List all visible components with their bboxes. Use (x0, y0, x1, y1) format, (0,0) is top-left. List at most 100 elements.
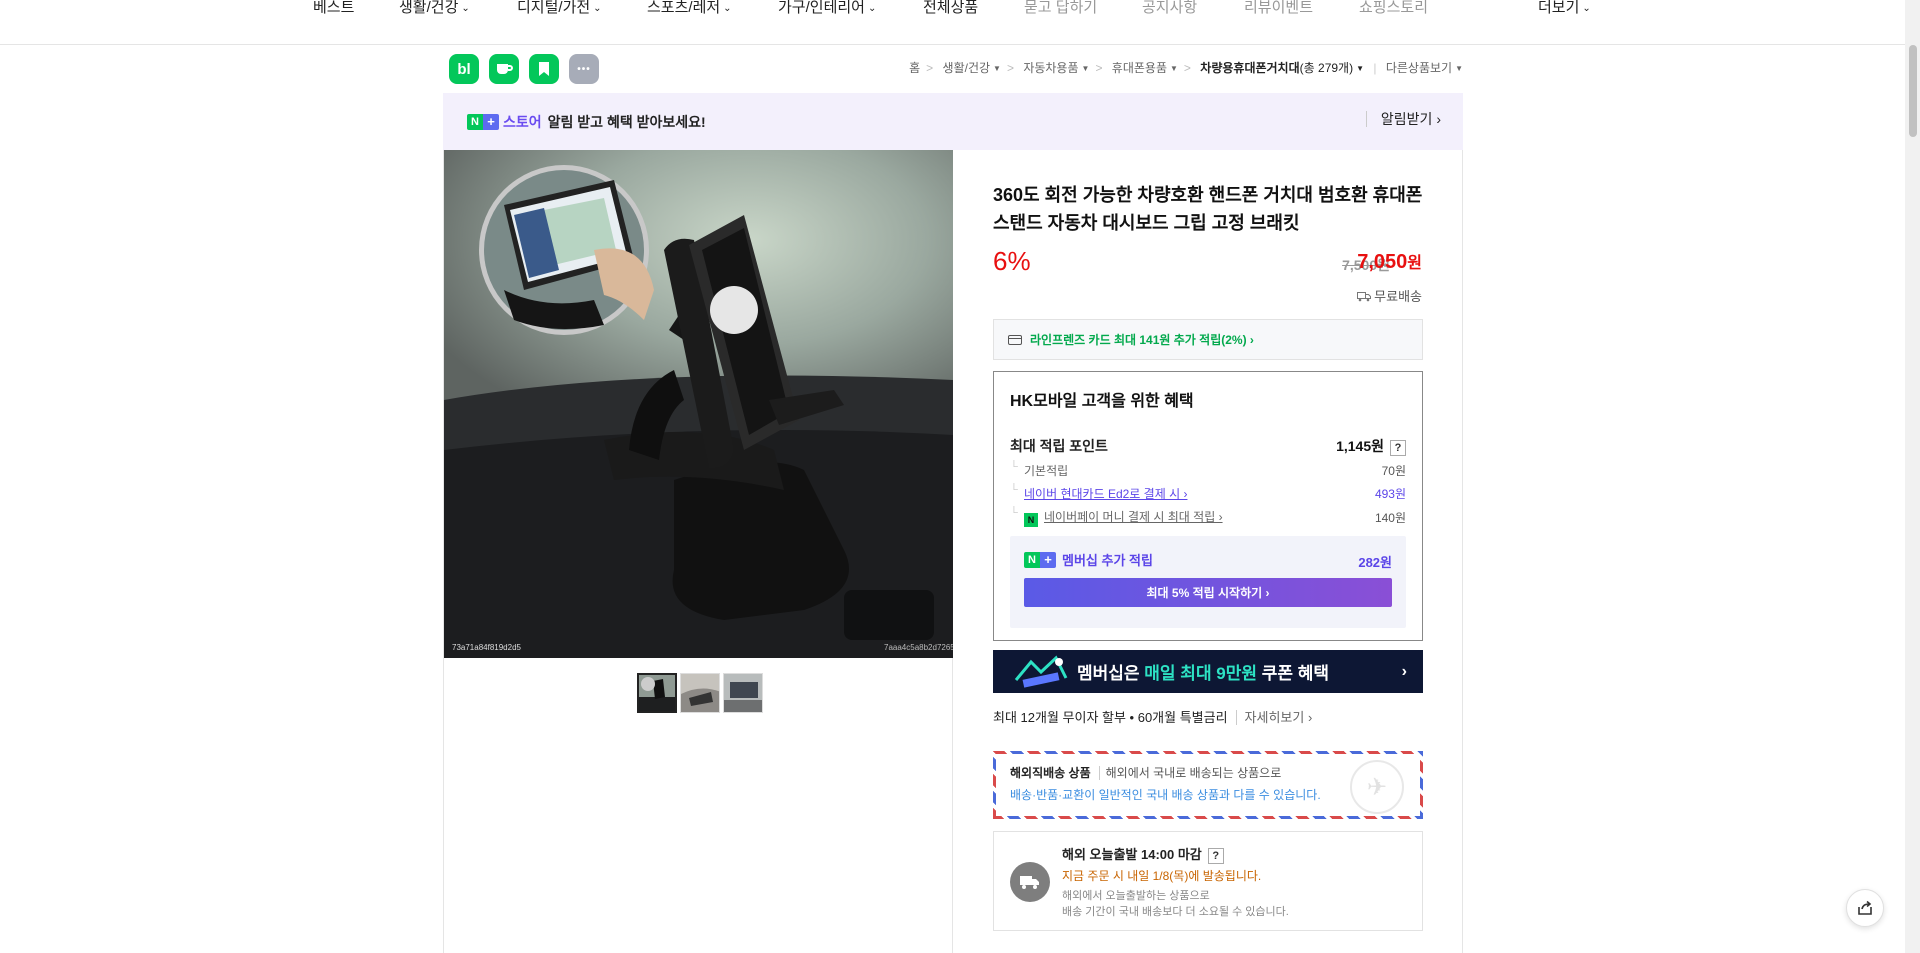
image-watermark-left: 73a71a84f819d2d5 (452, 643, 522, 652)
help-icon[interactable]: ? (1390, 440, 1406, 456)
thumbnail-image[interactable] (680, 673, 720, 713)
delivery-title: 해외 오늘출발 14:00 마감? (1062, 844, 1224, 864)
installment-info: 최대 12개월 무이자 할부 • 60개월 특별금리 자세히보기 › (993, 707, 1313, 726)
chevron-right-icon: › (1401, 662, 1407, 680)
alarm-message: 알림 받고 혜택 받아보세요! (547, 113, 706, 130)
product-info-column: 360도 회전 가능한 차량호환 핸드폰 거치대 범호환 휴대폰 스탠드 자동차… (953, 150, 1463, 953)
chevron-down-icon: ⌄ (723, 3, 732, 14)
nav-item-label: 묻고 답하기 (1024, 0, 1098, 16)
benefit-heading: HK모바일 고객을 위한 혜택 (1010, 393, 1194, 410)
blog-share-label: bl (457, 60, 471, 78)
breadcrumb-current[interactable]: 차량용휴대폰거치대(총 279개) ▼ (1200, 59, 1364, 76)
help-icon[interactable]: ? (1207, 848, 1224, 864)
plus-badge: + (483, 113, 499, 130)
breadcrumb-item[interactable]: 생활/건강 ▼ (943, 59, 1001, 76)
shipping-info: 무료배송 (1357, 286, 1422, 305)
breadcrumb: 홈 > 생활/건강 ▼ > 자동차용품 ▼ > 휴대폰용품 ▼ > 차량용휴대폰거치대(총 2… (909, 59, 1463, 76)
other-products-button[interactable]: 다른상품보기 ▼ (1386, 59, 1463, 76)
membership-start-button[interactable]: 최대 5% 적립 시작하기 › (1024, 578, 1392, 607)
nav-item-living-health[interactable]: 생활/건강 ⌄ (399, 0, 470, 17)
installment-detail-link[interactable]: 자세히보기 › (1235, 710, 1313, 725)
nav-item-notice[interactable]: 공지사항 (1142, 0, 1197, 16)
nav-item-label: 가구/인테리어 (778, 0, 865, 16)
caret-down-icon: ▼ (1455, 64, 1463, 73)
card-benefit-text: 라인프렌즈 카드 최대 141원 추가 적립(2%) › (1030, 333, 1254, 347)
nav-item-label: 생활/건강 (399, 0, 459, 16)
alarm-subscribe-button[interactable]: 알림받기 › (1365, 111, 1441, 127)
discount-rate: 6% (993, 246, 1031, 276)
nav-item-label: 디지털/가전 (517, 0, 591, 16)
caret-down-icon: ▼ (1356, 64, 1365, 73)
caret-down-icon: ▼ (993, 64, 1001, 73)
npay-money-value: 140원 (1374, 511, 1406, 525)
naver-n-badge: N (1024, 551, 1040, 568)
bookmark-share-icon[interactable] (529, 54, 559, 84)
overseas-title: 해외직배송 상품 (1010, 766, 1100, 780)
thumbnail-image[interactable] (723, 673, 763, 713)
nav-item-review-event[interactable]: 리뷰이벤트 (1244, 0, 1313, 16)
product-title: 360도 회전 가능한 차량호환 핸드폰 거치대 범호환 휴대폰 스탠드 자동차… (993, 185, 1423, 233)
nav-item-digital[interactable]: 디지털/가전 ⌄ (517, 0, 602, 17)
naverpay-icon: N (1024, 513, 1038, 527)
nav-item-label: 리뷰이벤트 (1244, 0, 1314, 16)
breadcrumb-home[interactable]: 홈 (909, 59, 920, 76)
delivery-title-text: 해외 오늘출발 14:00 마감 (1062, 847, 1202, 862)
nav-more-button[interactable]: 더보기 ⌄ (1538, 0, 1591, 17)
caret-down-icon: ▼ (1081, 64, 1090, 73)
share-button[interactable] (1846, 889, 1884, 927)
sale-price-unit: 원 (1407, 255, 1422, 272)
basic-point-row: 기본적립 70원 (1010, 461, 1406, 479)
npay-money-text: 네이버페이 머니 결제 시 최대 적립 › (1044, 510, 1223, 524)
thumbnail-image[interactable] (637, 673, 677, 713)
max-point-label: 최대 적립 포인트 (1010, 438, 1108, 454)
npay-money-label[interactable]: N 네이버페이 머니 결제 시 최대 적립 › (1010, 507, 1223, 527)
promo-highlight: 매일 최대 9만원 (1144, 664, 1258, 683)
credit-card-icon (1008, 334, 1022, 345)
product-main-image[interactable]: 73a71a84f819d2d5 7aaa4c5a8b2d7265 (444, 150, 953, 658)
shipping-label: 무료배송 (1374, 289, 1422, 304)
card-benefit-link[interactable]: 라인프렌즈 카드 최대 141원 추가 적립(2%) › (993, 319, 1423, 360)
nav-item-all-products[interactable]: 전체상품 (923, 0, 978, 16)
hyundai-card-row[interactable]: 네이버 현대카드 Ed2로 결제 시 › 493원 (1010, 484, 1406, 502)
promo-suffix: 쿠폰 혜택 (1257, 664, 1330, 683)
nav-item-shopping-story[interactable]: 쇼핑스토리 (1359, 0, 1428, 16)
sale-price-number: 7,050 (1357, 251, 1408, 273)
promo-illustration (1011, 650, 1071, 693)
page-scrollbar[interactable] (1905, 0, 1920, 953)
more-share-label: ••• (577, 63, 591, 75)
overseas-desc: 해외에서 국내로 배송되는 상품으로 (1105, 766, 1282, 780)
more-share-icon[interactable]: ••• (569, 54, 599, 84)
nav-item-label: 쇼핑스토리 (1359, 0, 1429, 16)
nav-item-furniture[interactable]: 가구/인테리어 ⌄ (778, 0, 876, 17)
delivery-truck-icon (1010, 862, 1050, 902)
scrollbar-thumb[interactable] (1909, 45, 1917, 137)
naver-plus-logo: N + (1024, 551, 1056, 568)
naver-n-badge: N (467, 113, 483, 130)
nav-item-sports[interactable]: 스포츠/레저 ⌄ (647, 0, 732, 17)
installment-text: 최대 12개월 무이자 할부 • 60개월 특별금리 (993, 710, 1228, 725)
breadcrumb-item[interactable]: 자동차용품 ▼ (1023, 59, 1089, 76)
membership-promo-banner[interactable]: 멤버십은 매일 최대 9만원 쿠폰 혜택 › (993, 650, 1423, 693)
product-image-column: 73a71a84f819d2d5 7aaa4c5a8b2d7265 (443, 150, 953, 953)
promo-prefix: 멤버십은 (1077, 664, 1145, 683)
share-icon (1858, 900, 1872, 915)
airplane-stamp-icon: ✈ (1350, 760, 1404, 814)
chevron-down-icon: ⌄ (1582, 3, 1591, 14)
chevron-down-icon: ⌄ (867, 3, 877, 14)
delivery-info-box: 해외 오늘출발 14:00 마감? 지금 주문 시 내일 1/8(목)에 발송됩… (993, 831, 1423, 931)
breadcrumb-item[interactable]: 휴대폰용품 ▼ (1112, 59, 1178, 76)
cafe-share-icon[interactable] (489, 54, 519, 84)
nav-item-best[interactable]: 베스트 (313, 0, 354, 16)
truck-icon (1357, 289, 1374, 304)
plus-badge: + (1040, 551, 1056, 568)
store-label: 스토어 (503, 113, 542, 130)
image-thumbnail-list (637, 673, 763, 713)
hyundai-card-link[interactable]: 네이버 현대카드 Ed2로 결제 시 › (1010, 484, 1187, 502)
blog-share-icon[interactable]: bl (449, 54, 479, 84)
nav-item-label: 스포츠/레저 (647, 0, 721, 16)
npay-money-row[interactable]: N 네이버페이 머니 결제 시 최대 적립 › 140원 (1010, 507, 1406, 527)
nav-item-label: 공지사항 (1142, 0, 1198, 16)
delivery-note: 해외에서 오늘출발하는 상품으로 배송 기간이 국내 배송보다 더 소요될 수 있… (1062, 888, 1362, 920)
delivery-note-line: 해외에서 오늘출발하는 상품으로 (1062, 890, 1210, 902)
nav-item-qna[interactable]: 묻고 답하기 (1024, 0, 1097, 16)
